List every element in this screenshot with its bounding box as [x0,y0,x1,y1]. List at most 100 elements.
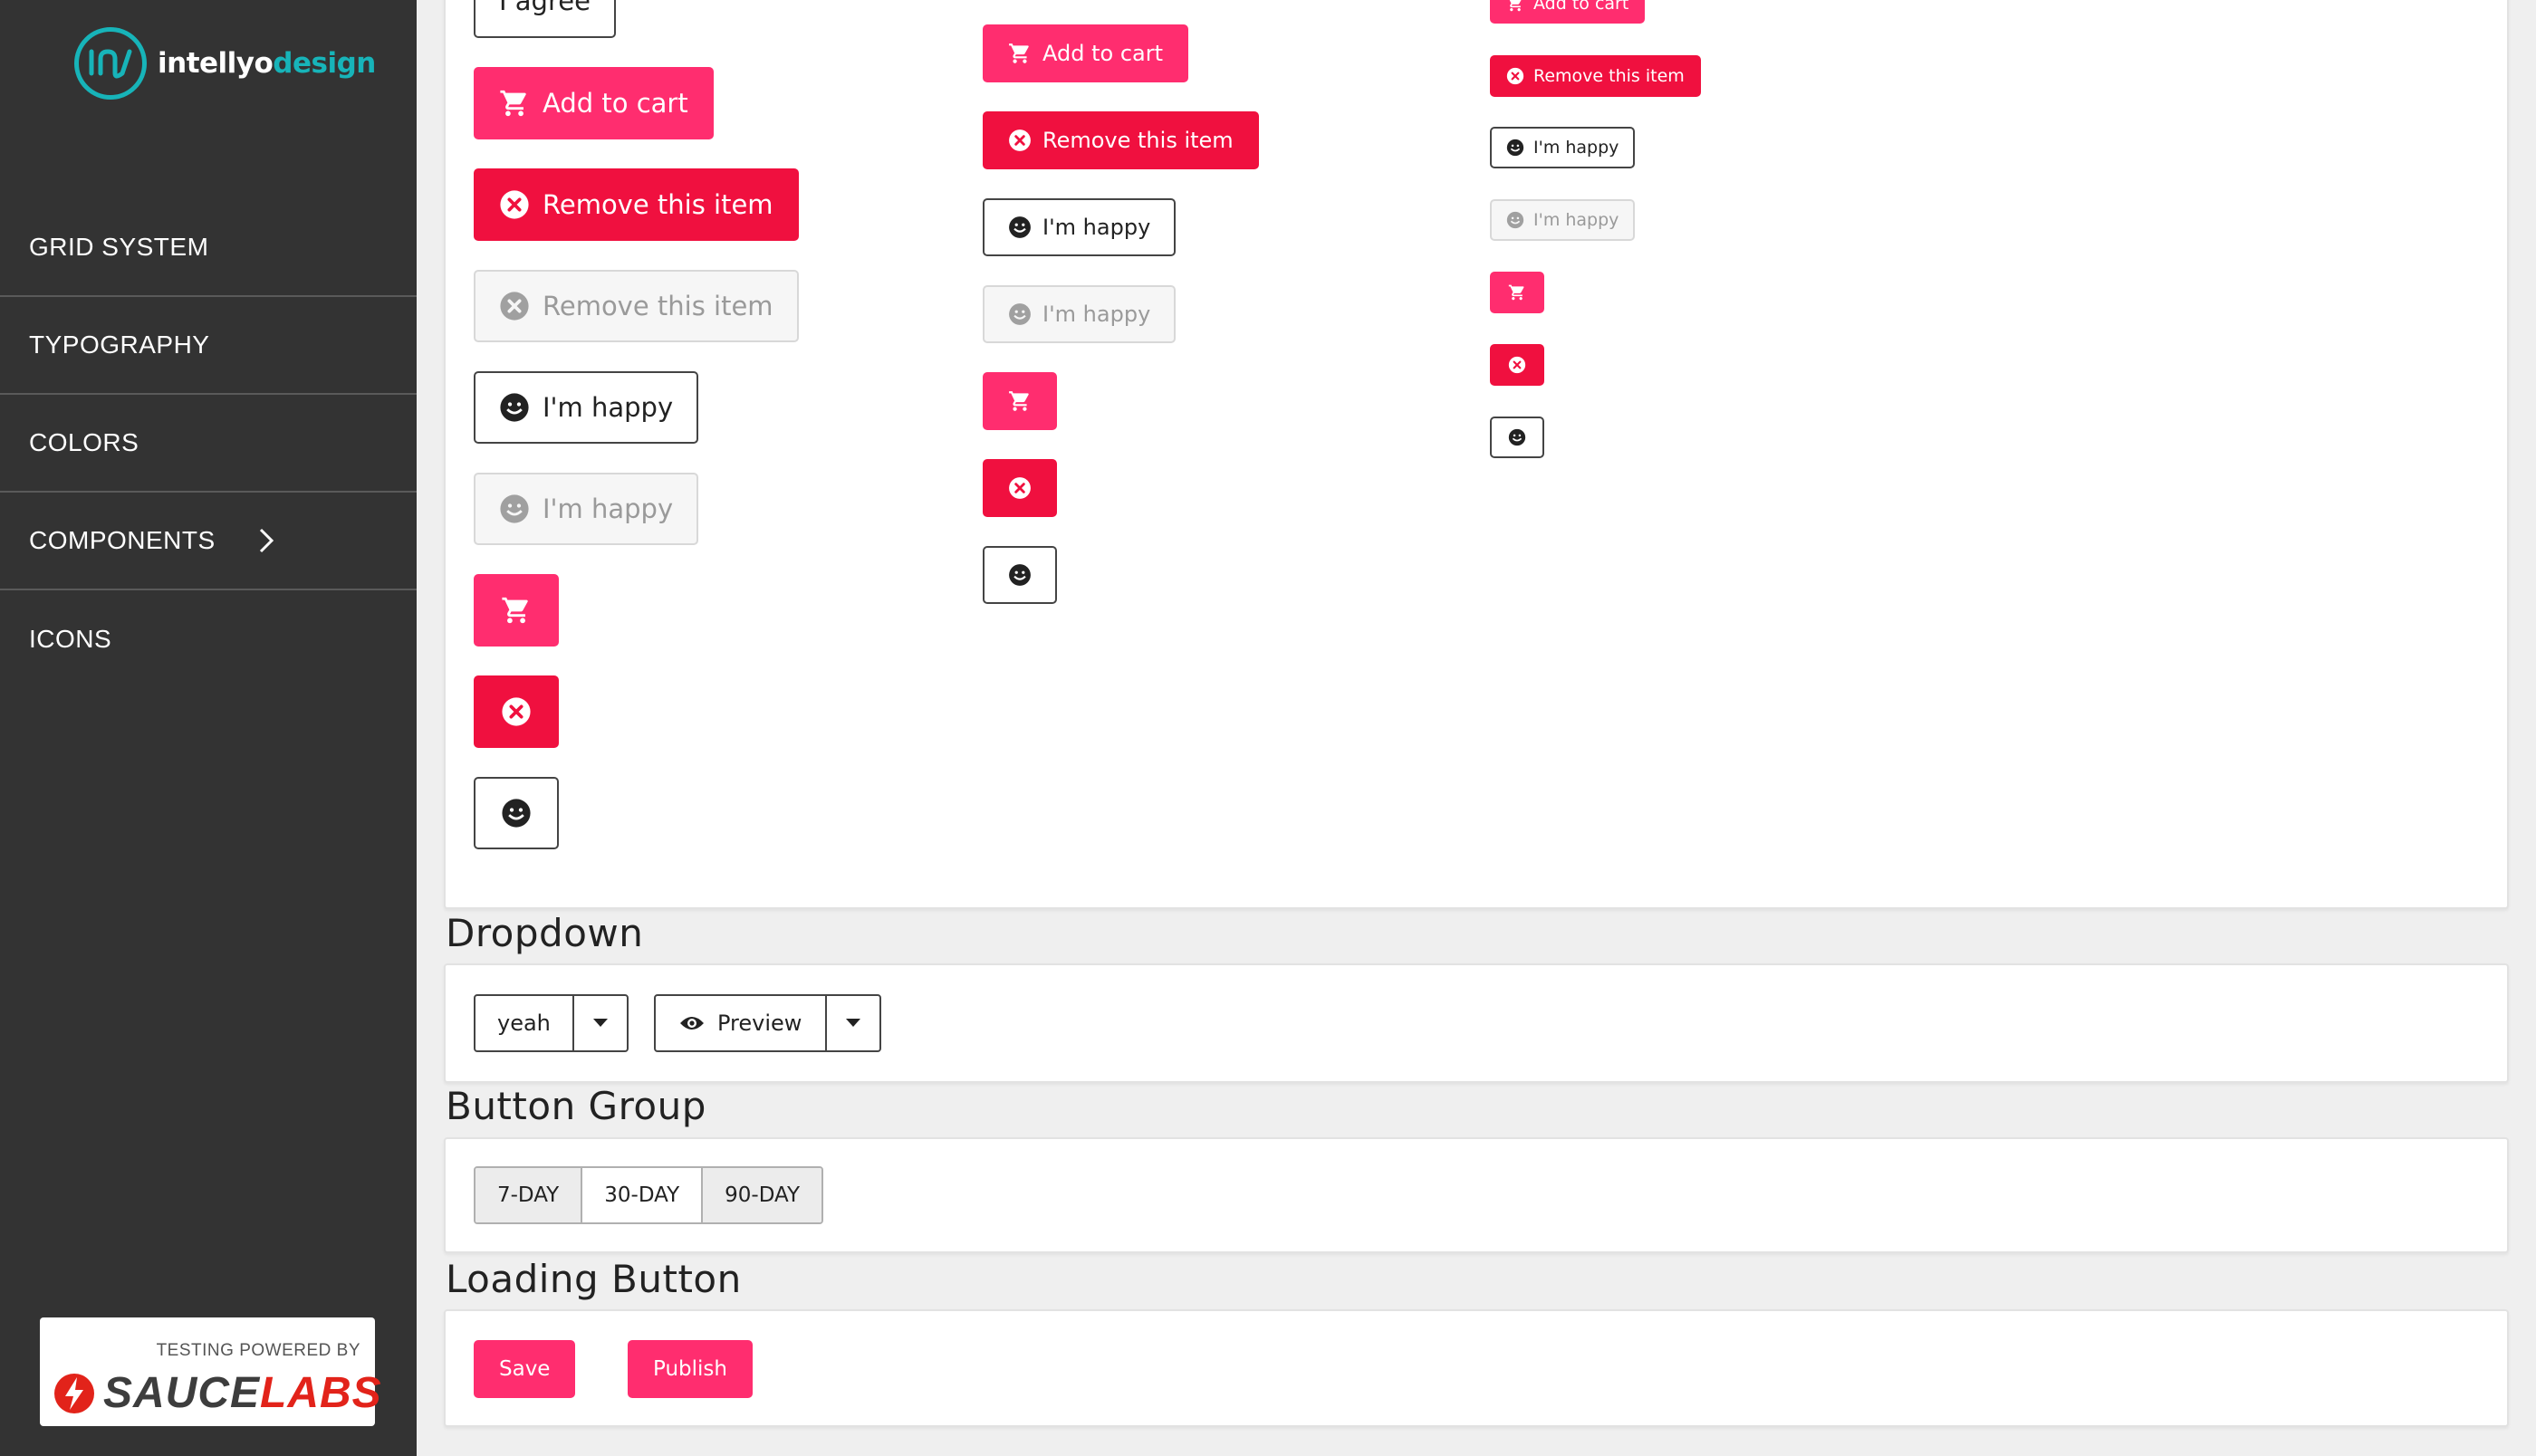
happy-label: I'm happy [1042,302,1151,327]
happy-button-small[interactable]: I'm happy [1490,127,1636,168]
add-to-cart-button-small[interactable]: Add to cart [1490,0,1646,24]
happy-button-medium-disabled[interactable]: I'm happy [983,285,1177,343]
agree-button[interactable]: I agree [474,0,616,38]
caret-down-icon [592,1019,608,1027]
happy-button-small-disabled[interactable]: I'm happy [1490,199,1636,241]
sidebar-item-label: ICONS [29,625,112,653]
happy-icon-button-small[interactable] [1490,417,1544,458]
add-to-cart-label: Add to cart [543,88,688,119]
close-circle-icon [1508,356,1526,374]
sidebar-item-label: COLORS [29,428,139,456]
agree-button-label: I agree [499,0,591,16]
period-7-day-button[interactable]: 7-DAY [476,1168,583,1222]
logo-text: intellyodesign [158,47,376,80]
saucelabs-bolt-icon [54,1373,94,1413]
yeah-dropdown-button[interactable]: yeah [476,996,574,1050]
happy-label: I'm happy [1533,138,1619,158]
caret-down-icon [846,1019,861,1027]
preview-dropdown-button[interactable]: Preview [656,996,828,1050]
save-button[interactable]: Save [474,1340,576,1398]
logo-mark-icon [74,27,147,100]
saucelabs-wordmark: SAUCELABS [103,1368,382,1418]
period-button-group: 7-DAY 30-DAY 90-DAY [474,1166,823,1224]
sidebar-item-label: TYPOGRAPHY [29,330,210,359]
close-circle-icon [502,697,531,726]
brand-logo[interactable]: intellyodesign [74,27,376,100]
cart-icon [500,90,526,117]
smiley-icon [1009,564,1031,586]
button-group-section-title: Button Group [446,1084,706,1128]
yeah-dropdown-toggle[interactable] [574,996,627,1050]
sidebar-item-icons[interactable]: ICONS [0,590,417,688]
dropdown-section-title: Dropdown [446,911,644,955]
cart-icon [1509,0,1522,12]
happy-button-medium[interactable]: I'm happy [983,198,1177,256]
happy-icon-button-medium[interactable] [983,546,1057,604]
preview-dropdown-toggle[interactable] [827,996,879,1050]
remove-icon-button-large[interactable] [474,675,559,748]
period-30-day-button[interactable]: 30-DAY [582,1168,704,1222]
remove-item-button-large[interactable]: Remove this item [474,168,799,241]
remove-item-button-medium[interactable]: Remove this item [983,111,1259,169]
saucelabs-word-labs: LABS [260,1369,382,1417]
remove-icon-button-small[interactable] [1490,344,1544,386]
smiley-icon [1508,428,1526,446]
happy-label: I'm happy [1533,210,1619,230]
smiley-icon [1009,216,1031,238]
loading-button-card [444,1309,2509,1427]
sidebar: intellyodesign GRID SYSTEM TYPOGRAPHY CO… [0,0,417,1456]
add-to-cart-button-large[interactable]: Add to cart [474,67,714,139]
cart-icon [1508,284,1524,301]
remove-item-button-disabled[interactable]: Remove this item [474,270,799,342]
sidebar-item-colors[interactable]: COLORS [0,395,417,493]
sidebar-item-label: COMPONENTS [29,526,216,554]
sidebar-item-label: GRID SYSTEM [29,233,209,261]
cart-icon [1009,391,1029,411]
sidebar-item-components[interactable]: COMPONENTS [0,493,417,590]
publish-button-label: Publish [653,1357,727,1381]
saucelabs-logo: SAUCELABS [53,1368,382,1418]
happy-label: I'm happy [543,392,674,423]
buttons-card [444,0,2509,909]
period-option-label: 90-DAY [725,1183,800,1207]
sidebar-item-typography[interactable]: TYPOGRAPHY [0,297,417,395]
preview-dropdown-label: Preview [717,1011,802,1036]
yeah-split-dropdown: yeah [474,994,629,1052]
smiley-icon [500,494,529,523]
sidebar-nav: GRID SYSTEM TYPOGRAPHY COLORS COMPONENTS… [0,199,417,688]
publish-button[interactable]: Publish [628,1340,753,1398]
happy-label: I'm happy [543,493,674,524]
save-button-label: Save [499,1357,551,1381]
happy-button-large[interactable]: I'm happy [474,371,699,444]
period-option-label: 7-DAY [497,1183,560,1207]
smiley-icon [1009,303,1031,325]
cart-icon [1009,43,1029,63]
happy-icon-button-large[interactable] [474,777,559,849]
period-90-day-button[interactable]: 90-DAY [703,1168,821,1222]
remove-item-label: Remove this item [543,291,773,321]
happy-button-disabled[interactable]: I'm happy [474,473,699,545]
remove-item-label: Remove this item [1042,128,1234,153]
cart-icon-button-medium[interactable] [983,372,1057,430]
yeah-dropdown-value: yeah [497,1011,551,1036]
remove-item-label: Remove this item [1533,66,1685,86]
smiley-icon [1506,139,1524,157]
close-circle-icon [500,292,529,321]
saucelabs-badge[interactable]: TESTING POWERED BY SAUCELABS [40,1317,381,1426]
close-circle-icon [1506,67,1524,85]
remove-icon-button-medium[interactable] [983,459,1057,517]
close-circle-icon [1009,129,1031,151]
period-option-label: 30-DAY [604,1183,680,1207]
close-circle-icon [500,190,529,219]
sidebar-item-grid-system[interactable]: GRID SYSTEM [0,199,417,297]
cart-icon-button-large[interactable] [474,574,559,647]
eye-icon [680,1017,704,1030]
cart-icon [502,597,528,624]
chevron-right-icon [259,528,274,553]
smiley-icon [1506,211,1524,229]
sponsor-tagline: TESTING POWERED BY [156,1341,360,1360]
close-circle-icon [1009,477,1031,499]
cart-icon-button-small[interactable] [1490,272,1544,313]
remove-item-button-small[interactable]: Remove this item [1490,55,1701,97]
add-to-cart-button-medium[interactable]: Add to cart [983,24,1188,82]
